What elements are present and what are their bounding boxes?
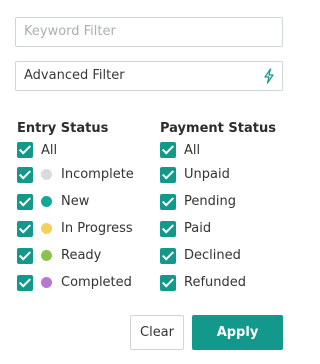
option-label: Pending <box>184 194 236 209</box>
option-label: Paid <box>184 221 212 236</box>
checkbox[interactable] <box>160 274 176 291</box>
entry-status-completed[interactable]: Completed <box>17 269 134 296</box>
entry-status-title: Entry Status <box>17 121 109 136</box>
advanced-filter-field[interactable]: Advanced Filter <box>15 61 283 91</box>
option-label: All <box>41 142 58 158</box>
payment-status-title: Payment Status <box>160 121 276 136</box>
option-label: New <box>61 194 90 209</box>
payment-status-pending[interactable]: Pending <box>160 188 276 215</box>
option-label: Declined <box>184 248 241 263</box>
payment-status-unpaid[interactable]: Unpaid <box>160 161 276 188</box>
option-label: Unpaid <box>184 167 230 182</box>
checkbox[interactable] <box>17 220 33 237</box>
payment-status-declined[interactable]: Declined <box>160 242 276 269</box>
option-label: Incomplete <box>61 167 134 182</box>
checkbox[interactable] <box>17 274 33 291</box>
checkbox[interactable] <box>160 193 176 210</box>
payment-status-paid[interactable]: Paid <box>160 215 276 242</box>
status-dot-icon <box>41 223 52 234</box>
checkbox[interactable] <box>160 247 176 264</box>
entry-status-group: Entry Status All Incomplete New In Progr… <box>17 120 134 296</box>
status-dot-icon <box>41 169 52 180</box>
payment-status-group: Payment Status All Unpaid Pending Paid D… <box>160 120 276 296</box>
checkbox[interactable] <box>17 142 33 158</box>
status-dot-icon <box>41 277 52 288</box>
status-dot-icon <box>41 196 52 207</box>
option-label: Completed <box>61 275 132 290</box>
lightning-bolt-icon[interactable] <box>263 68 275 84</box>
checkbox[interactable] <box>17 247 33 264</box>
apply-button[interactable]: Apply <box>192 315 283 350</box>
checkbox[interactable] <box>17 166 33 183</box>
entry-status-ready[interactable]: Ready <box>17 242 134 269</box>
checkbox[interactable] <box>160 166 176 183</box>
option-label: Ready <box>61 248 102 263</box>
entry-status-in-progress[interactable]: In Progress <box>17 215 134 242</box>
keyword-filter-input[interactable]: Keyword Filter <box>15 17 283 47</box>
entry-status-all[interactable]: All <box>17 139 134 161</box>
checkbox[interactable] <box>160 220 176 237</box>
payment-status-all[interactable]: All <box>160 139 276 161</box>
payment-status-refunded[interactable]: Refunded <box>160 269 276 296</box>
option-label: Refunded <box>184 275 247 290</box>
entry-status-new[interactable]: New <box>17 188 134 215</box>
status-dot-icon <box>41 250 52 261</box>
clear-button[interactable]: Clear <box>130 315 184 350</box>
option-label: In Progress <box>61 221 133 236</box>
entry-status-incomplete[interactable]: Incomplete <box>17 161 134 188</box>
checkbox[interactable] <box>160 142 176 158</box>
advanced-filter-label: Advanced Filter <box>24 68 125 83</box>
checkbox[interactable] <box>17 193 33 210</box>
option-label: All <box>184 142 201 158</box>
